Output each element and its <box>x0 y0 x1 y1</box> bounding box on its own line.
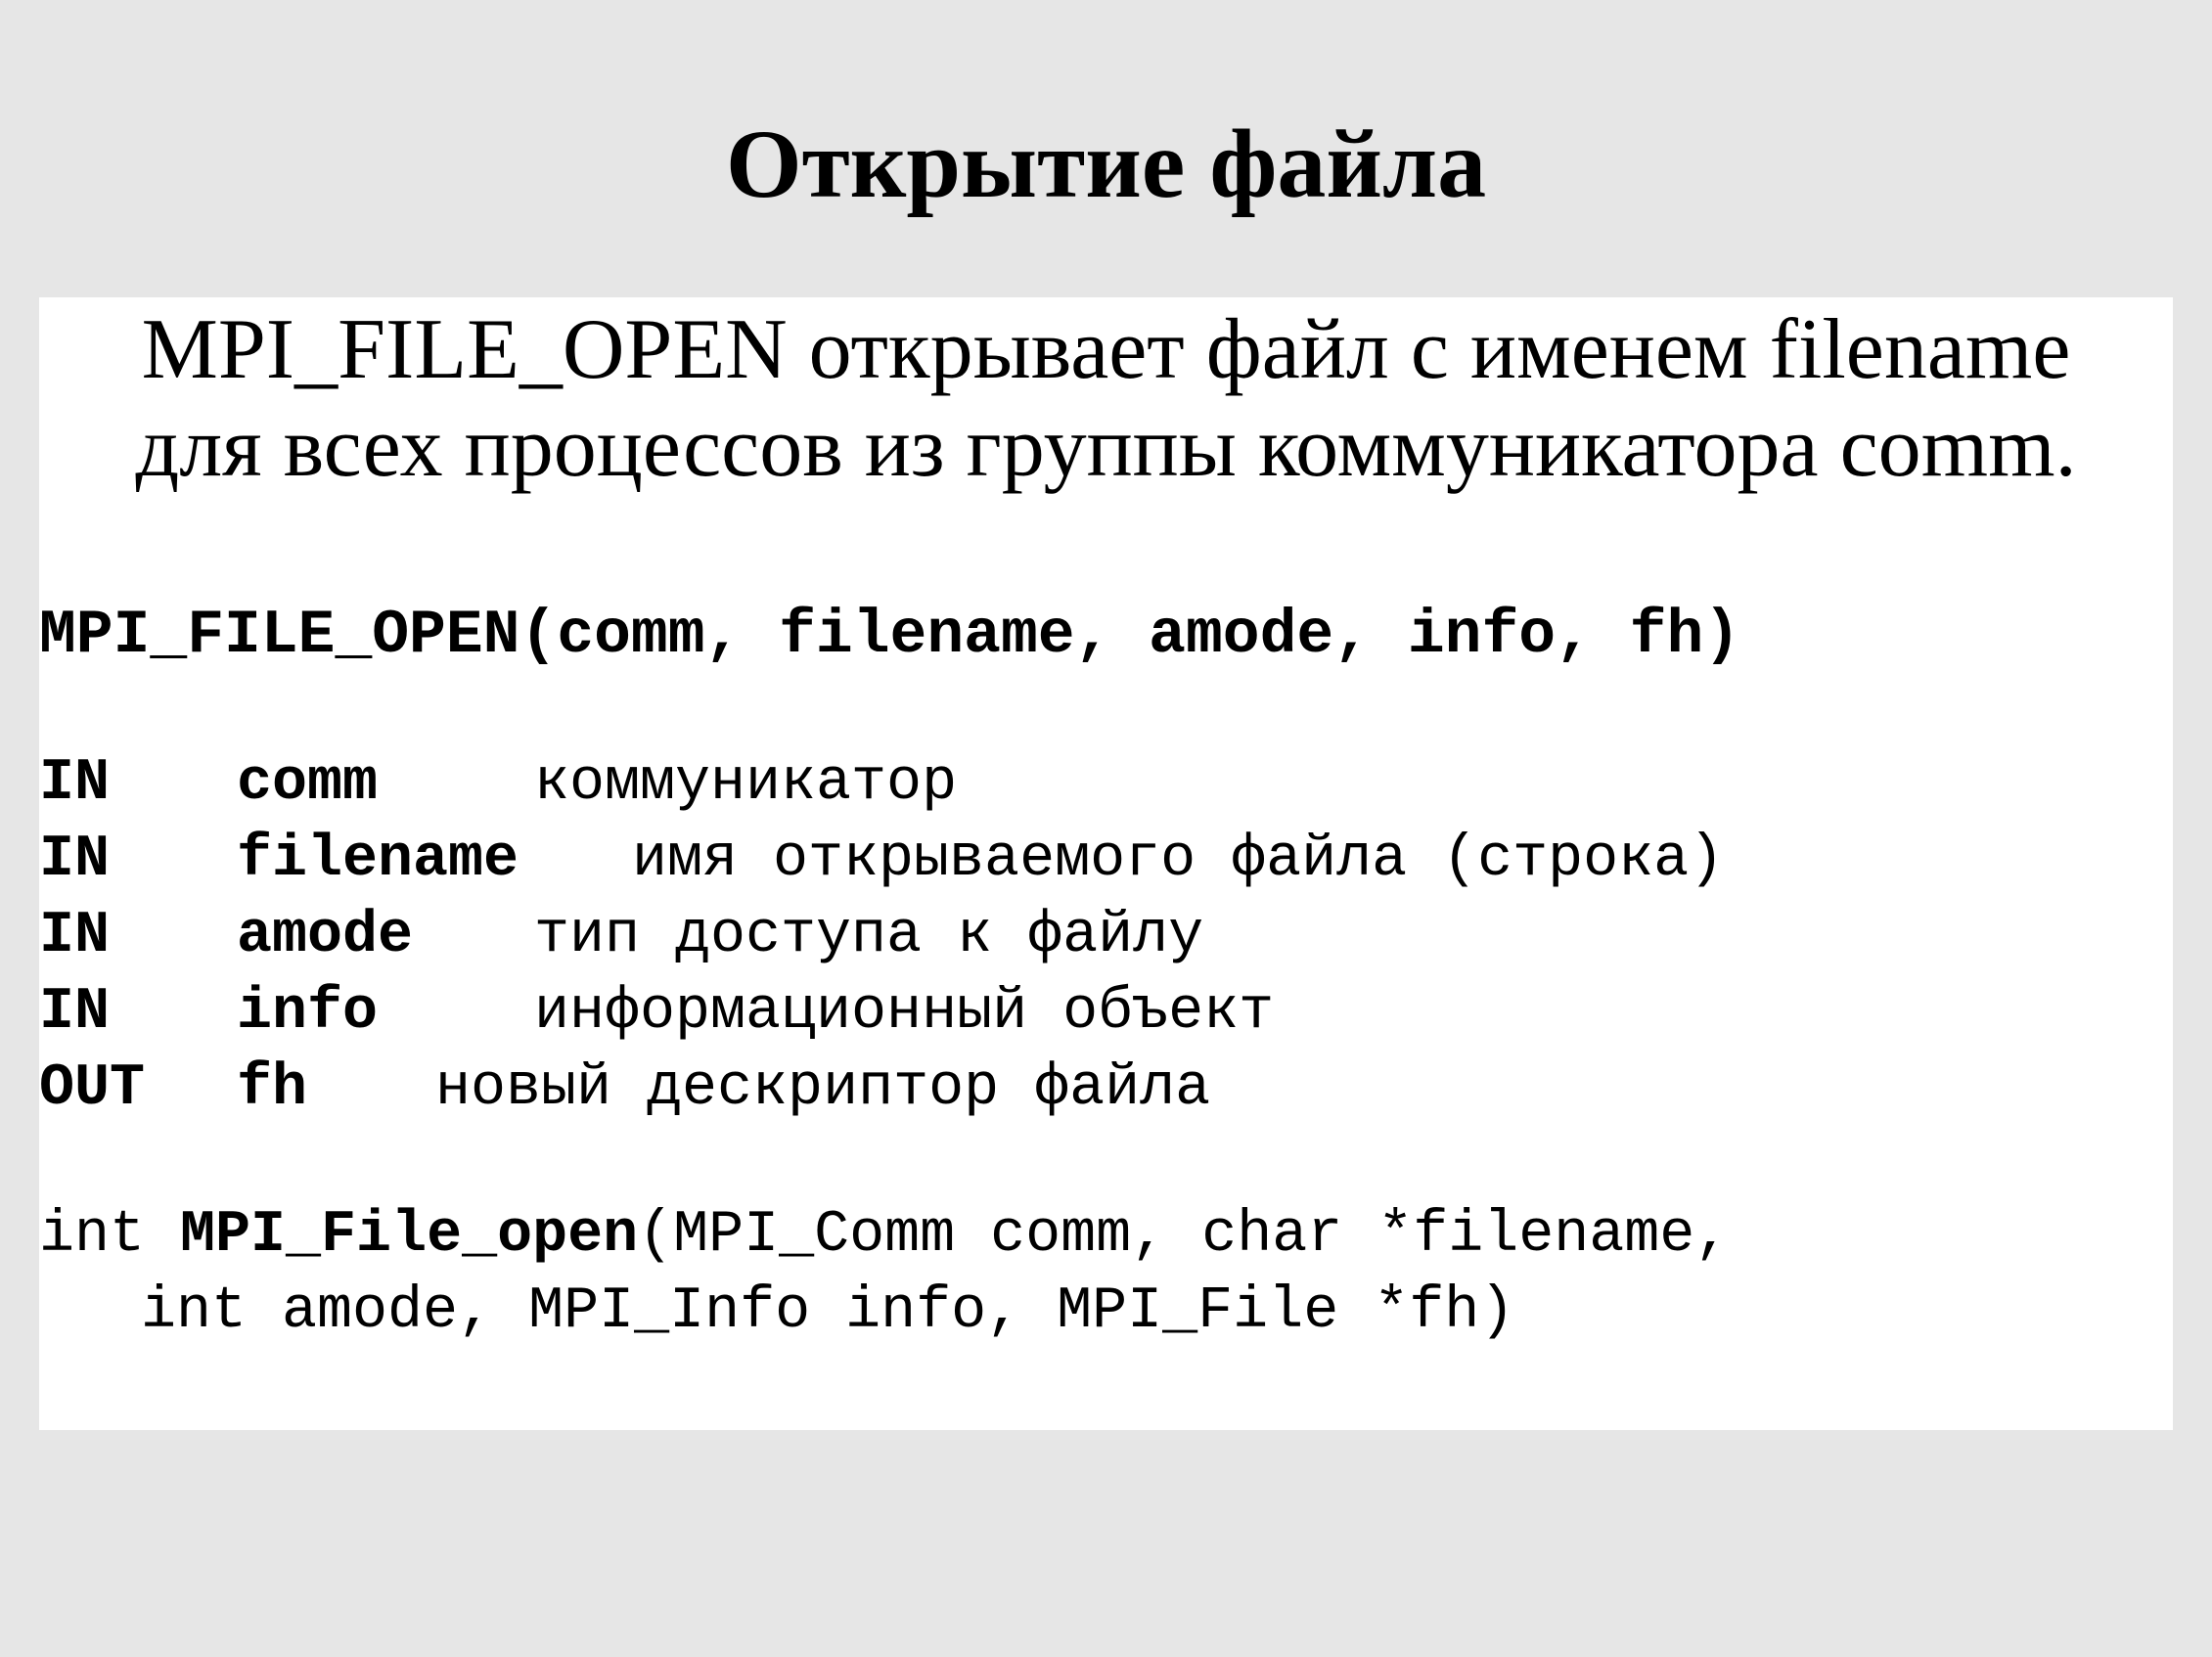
c-binding-line-1: int MPI_File_open(MPI_Comm comm, char *f… <box>39 1197 1730 1274</box>
param-direction: OUT <box>39 1055 146 1122</box>
param-name: info <box>237 979 379 1046</box>
param-description: коммуникатор <box>534 750 958 817</box>
c-return-type: int <box>39 1202 181 1269</box>
c-args-line-1: (MPI_Comm comm, char *filename, <box>638 1202 1731 1269</box>
param-row-fh: OUT fh новый дескриптор файла <box>39 1051 1210 1127</box>
c-function-name: MPI_File_open <box>180 1202 639 1269</box>
c-binding-line-2: int amode, MPI_Info info, MPI_File *fh) <box>141 1278 1515 1345</box>
param-row-info: IN info информационный объект <box>39 974 1274 1051</box>
intro-line-2: для всех процессов из группы коммуникато… <box>135 400 2077 495</box>
param-row-filename: IN filename имя открываемого файла (стро… <box>39 822 1724 898</box>
param-description: имя открываемого файла (строка) <box>632 827 1725 893</box>
param-name: amode <box>237 903 414 969</box>
param-direction: IN <box>39 903 111 969</box>
content-box: MPI_FILE_OPEN открывает файл с именем fi… <box>39 297 2173 1430</box>
param-row-amode: IN amode тип доступа к файлу <box>39 898 1203 974</box>
parameter-list: IN comm коммуникатор IN filename имя отк… <box>39 745 1724 1127</box>
param-description: информационный объект <box>534 979 1275 1046</box>
intro-text: MPI_FILE_OPEN открывает файл с именем fi… <box>39 301 2173 497</box>
param-name: filename <box>237 827 519 893</box>
param-description: новый дескриптор файла <box>435 1055 1211 1122</box>
param-direction: IN <box>39 827 111 893</box>
function-signature: MPI_FILE_OPEN(comm, filename, amode, inf… <box>39 601 1741 670</box>
intro-line-1: MPI_FILE_OPEN открывает файл с именем fi… <box>141 302 2071 397</box>
param-direction: IN <box>39 979 111 1046</box>
slide-title: Открытие файла <box>725 110 1487 218</box>
param-row-comm: IN comm коммуникатор <box>39 745 957 822</box>
param-name: comm <box>237 750 379 817</box>
param-description: тип доступа к файлу <box>534 903 1204 969</box>
param-name: fh <box>237 1055 308 1122</box>
param-direction: IN <box>39 750 111 817</box>
